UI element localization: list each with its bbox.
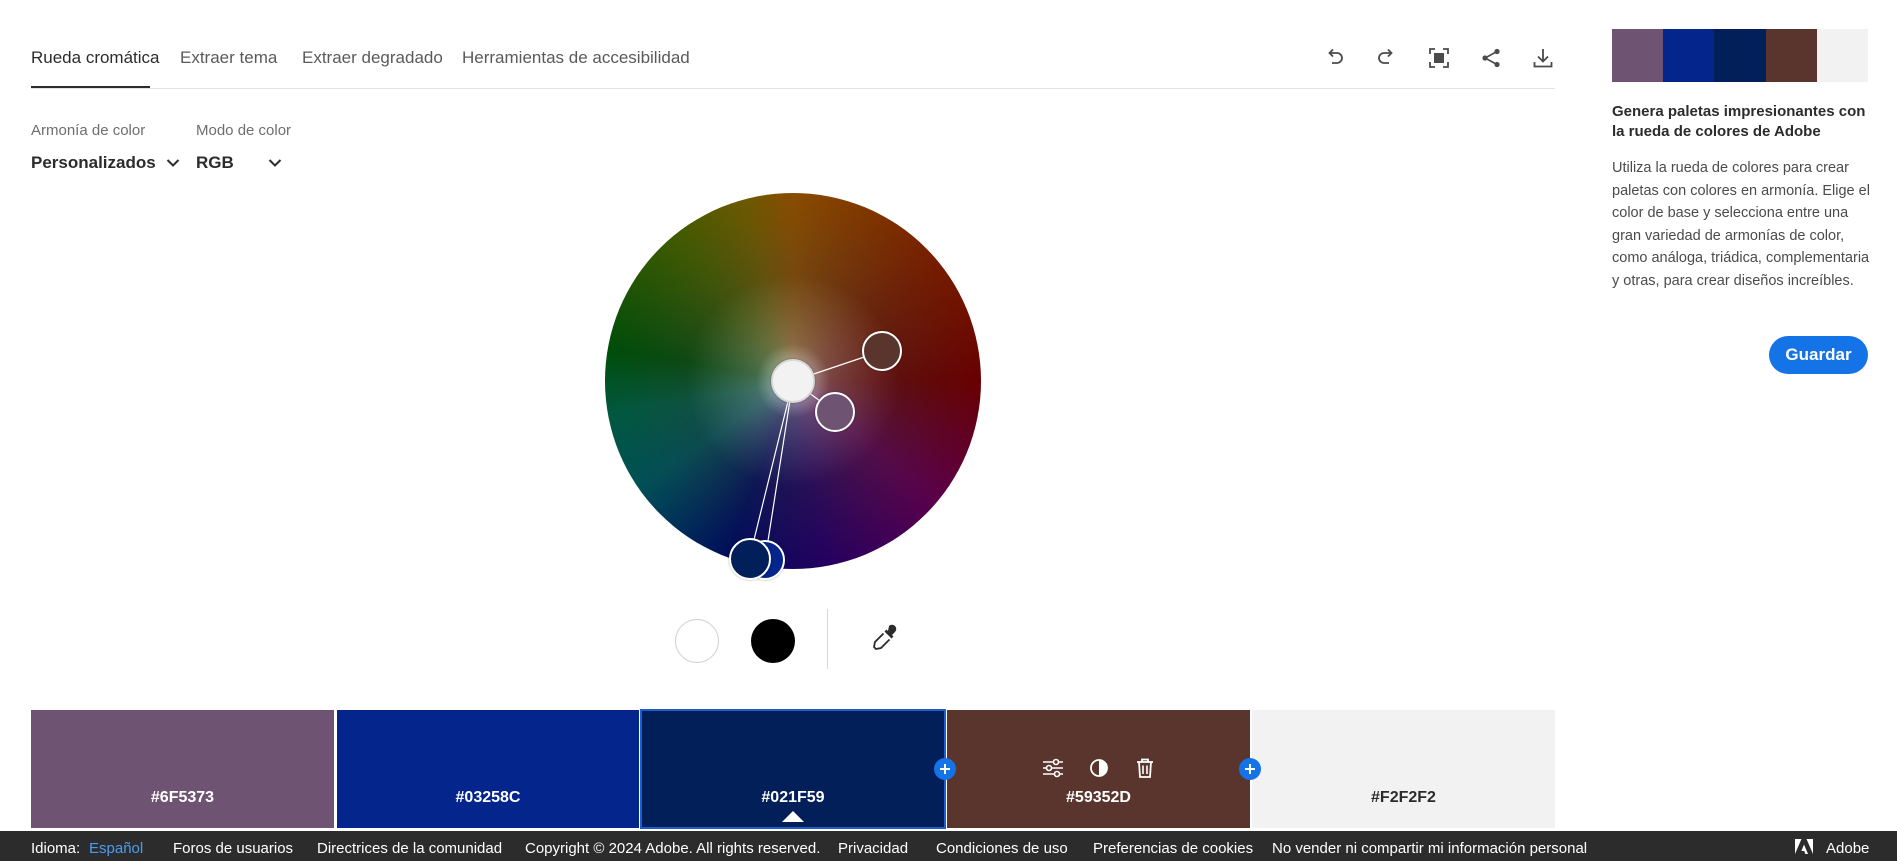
harmony-label: Armonía de color [31,122,146,139]
footer-brand: Adobe [1826,840,1870,857]
preview-swatch-2 [1663,29,1715,82]
preview-swatch-4 [1765,29,1817,82]
footer: Idioma: Español Foros de usuarios Direct… [0,831,1897,861]
color-wheel[interactable] [605,193,981,580]
save-button[interactable]: Guardar [1769,336,1868,374]
panel-title: Genera paletas impresionantes con la rue… [1612,103,1866,140]
tab-extraer-tema[interactable]: Extraer tema [180,48,277,68]
swatch-toolbar [947,756,1250,780]
white-swatch-button[interactable] [675,619,719,663]
adjust-color-button[interactable] [1041,756,1065,780]
language-selector[interactable]: Español [89,840,143,857]
palette-swatch-5[interactable]: #F2F2F2 [1252,710,1555,828]
share-icon [1482,48,1500,68]
footer-copyright: Copyright © 2024 Adobe. All rights reser… [525,840,821,857]
undo-button[interactable] [1320,43,1350,73]
chevron-down-icon [166,159,179,167]
palette-preview [1612,29,1869,82]
add-color-button-right[interactable] [1239,758,1261,780]
swatch-hex-label[interactable]: #F2F2F2 [1252,789,1555,807]
swatch-hex-label[interactable]: #03258C [337,789,639,807]
wheel-marker-021F59[interactable] [729,538,771,580]
footer-link-cookies[interactable]: Preferencias de cookies [1093,840,1253,857]
language-label: Idioma: [31,840,81,857]
adobe-logo-icon [1795,839,1813,854]
preview-swatch-1 [1612,29,1664,82]
preview-swatch-3 [1714,29,1766,82]
footer-link-privacy[interactable]: Privacidad [838,840,908,857]
download-button[interactable] [1528,43,1558,73]
wheel-marker-59352D[interactable] [862,331,902,371]
fullscreen-button[interactable] [1424,43,1454,73]
preview-swatch-5 [1816,29,1869,82]
panel-description: Utiliza la rueda de colores para crear p… [1612,160,1870,289]
redo-icon [1378,48,1393,64]
palette-swatch-2[interactable]: #03258C [337,710,639,828]
redo-button[interactable] [1371,43,1401,73]
fullscreen-icon [1429,48,1449,68]
sliders-icon [1042,758,1063,778]
swatch-hex-label[interactable]: #6F5373 [31,789,334,807]
selected-swatch-caret [782,811,804,822]
contrast-icon [1089,759,1108,777]
palette-swatch-1[interactable]: #6F5373 [31,710,334,828]
color-mode-label: Modo de color [196,122,292,139]
trash-icon [1136,758,1153,778]
color-mode-dropdown[interactable]: RGB [196,153,282,173]
undo-icon [1328,48,1343,64]
divider [827,609,828,669]
share-button[interactable] [1476,43,1506,73]
download-icon [1533,49,1553,68]
add-color-button-left[interactable] [934,758,956,780]
black-swatch-button[interactable] [751,619,795,663]
swatch-hex-label[interactable]: #021F59 [641,789,945,807]
plus-icon [940,764,950,774]
eyedropper-button[interactable] [869,622,901,654]
eyedropper-icon [873,624,897,650]
harmony-dropdown[interactable]: Personalizados [31,153,180,173]
delete-color-button[interactable] [1133,756,1157,780]
set-base-color-button[interactable] [1087,756,1111,780]
footer-link-do-not-sell[interactable]: No vender ni compartir mi información pe… [1272,840,1587,857]
wheel-marker-F2F2F2[interactable] [771,359,815,403]
color-mode-value: RGB [196,153,234,172]
palette-swatch-3[interactable]: #021F59 [640,709,946,829]
plus-icon [1245,764,1255,774]
chevron-down-icon [268,159,281,167]
swatch-hex-label[interactable]: #59352D [947,789,1250,807]
palette-swatch-4[interactable]: #59352D [947,710,1250,828]
harmony-value: Personalizados [31,153,156,172]
footer-link-terms[interactable]: Condiciones de uso [936,840,1068,857]
footer-link-forums[interactable]: Foros de usuarios [173,840,293,857]
tab-extraer-degradado[interactable]: Extraer degradado [302,48,443,68]
active-tab-indicator [31,86,150,88]
wheel-marker-6F5373[interactable] [815,392,855,432]
tab-rueda-cromatica[interactable]: Rueda cromática [31,48,160,68]
palette-strip: #6F5373 #03258C #021F59 #59352D #F2F2F2 [31,709,1555,829]
tab-herramientas-accesibilidad[interactable]: Herramientas de accesibilidad [462,48,690,68]
footer-link-guidelines[interactable]: Directrices de la comunidad [317,840,502,857]
